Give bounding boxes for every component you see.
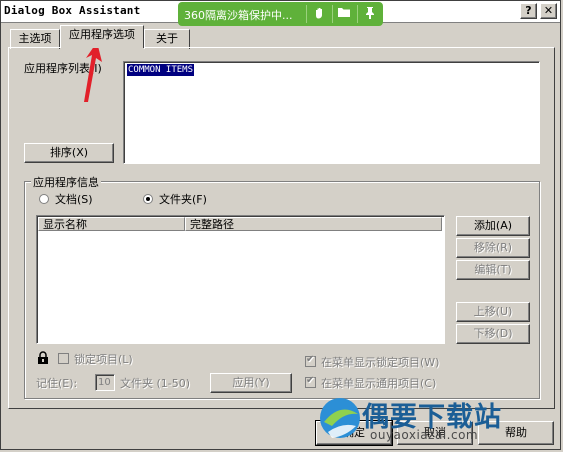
- help-question-button[interactable]: ?: [520, 3, 537, 19]
- red-arrow-annotation: [84, 42, 102, 102]
- tab-app-options[interactable]: 应用程序选项: [60, 25, 144, 48]
- sort-button[interactable]: 排序(X): [24, 143, 114, 163]
- show-locked-checkbox[interactable]: ✔: [305, 354, 316, 367]
- column-header-full-path[interactable]: 完整路径: [185, 217, 442, 231]
- documents-radio[interactable]: [39, 194, 49, 204]
- remember-label: 记住(E):: [36, 377, 78, 390]
- check-mark-icon: ✔: [306, 375, 315, 386]
- app-info-listview[interactable]: 显示名称 完整路径: [36, 215, 445, 344]
- folder-icon[interactable]: [336, 6, 352, 22]
- documents-radio-label[interactable]: 文档(S): [55, 191, 93, 207]
- close-button[interactable]: ✕: [540, 3, 557, 19]
- folders-radio[interactable]: [143, 194, 153, 204]
- edit-button[interactable]: 编辑(T): [456, 260, 530, 280]
- lock-items-checkbox[interactable]: [58, 353, 69, 364]
- remove-button[interactable]: 移除(R): [456, 238, 530, 258]
- list-item[interactable]: COMMON ITEMS: [127, 64, 195, 76]
- watermark-logo-icon: [320, 398, 360, 438]
- add-button[interactable]: 添加(A): [456, 216, 530, 236]
- show-common-label: 在菜单显示通用项目(C): [321, 377, 437, 390]
- watermark-url: ouyaoxiazai.com: [370, 428, 479, 442]
- tab-main-options[interactable]: 主选项: [10, 29, 60, 49]
- column-header-display-name[interactable]: 显示名称: [38, 217, 185, 231]
- app-info-label: 应用程序信息: [31, 174, 101, 190]
- move-up-button[interactable]: 上移(U): [456, 302, 530, 322]
- tab-about[interactable]: 关于: [144, 29, 190, 49]
- radio-selected-dot: [146, 197, 150, 201]
- sandbox-toolbar: 360隔离沙箱保护中...: [178, 2, 383, 26]
- show-common-checkbox[interactable]: ✔: [305, 375, 316, 388]
- tab-label: 关于: [156, 32, 178, 45]
- remember-count-input[interactable]: 10: [95, 374, 115, 391]
- sandbox-separator: [332, 5, 333, 23]
- tab-label: 应用程序选项: [69, 28, 135, 41]
- apply-button[interactable]: 应用(Y): [210, 373, 292, 393]
- app-list[interactable]: COMMON ITEMS: [123, 61, 540, 164]
- move-down-button[interactable]: 下移(D): [456, 324, 530, 344]
- folders-radio-label[interactable]: 文件夹(F): [159, 191, 207, 207]
- sandbox-status-text: 360隔离沙箱保护中...: [184, 9, 293, 22]
- show-locked-label: 在菜单显示锁定项目(W): [321, 356, 440, 369]
- hand-icon[interactable]: [312, 6, 328, 22]
- check-mark-icon: ✔: [306, 354, 315, 365]
- lock-icon: [38, 351, 48, 364]
- tab-label: 主选项: [18, 32, 52, 45]
- lock-items-label: 锁定项目(L): [74, 353, 133, 366]
- folder-range-label: 文件夹 (1-50): [120, 377, 191, 390]
- sandbox-separator: [306, 5, 307, 23]
- window-title: Dialog Box Assistant: [4, 4, 141, 17]
- sandbox-separator: [357, 5, 358, 23]
- pin-icon[interactable]: [362, 6, 378, 22]
